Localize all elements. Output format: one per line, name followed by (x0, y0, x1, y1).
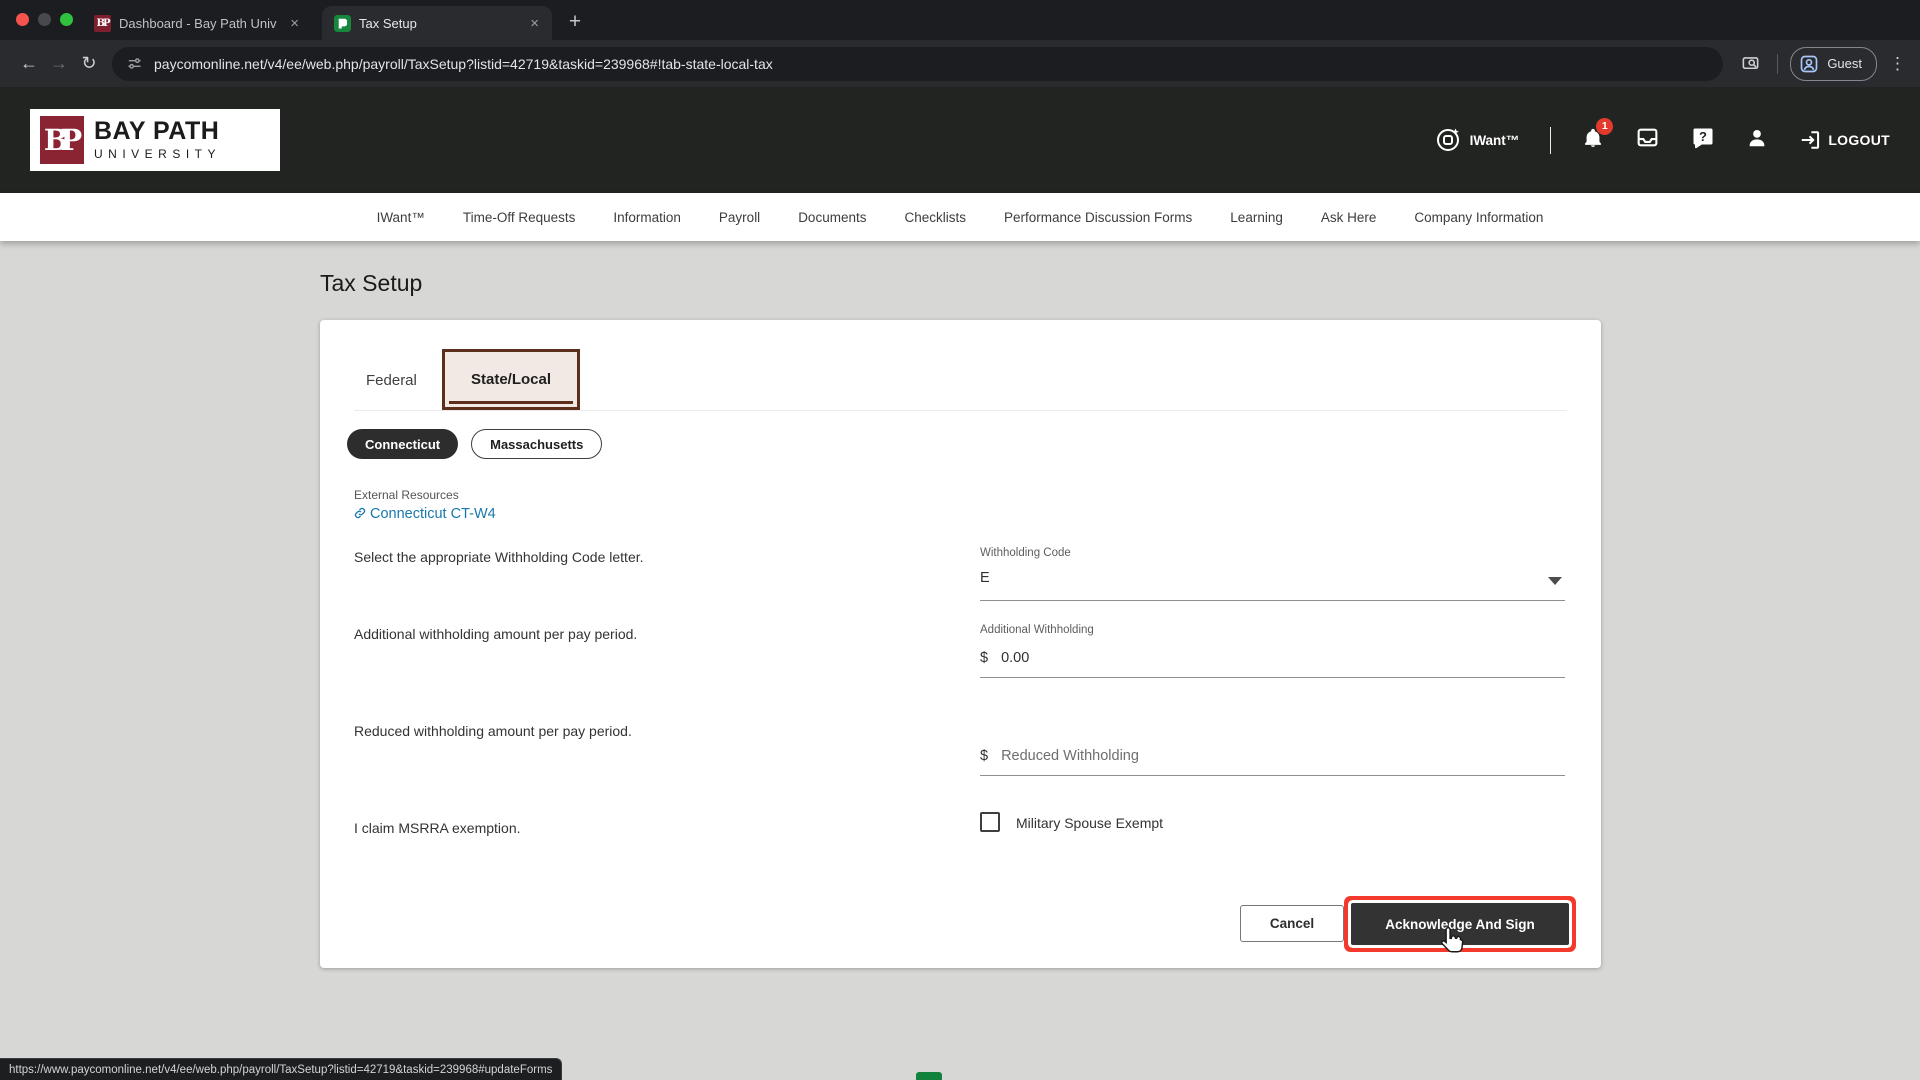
pill-massachusetts[interactable]: Massachusetts (471, 429, 602, 459)
withholding-code-select[interactable]: E (980, 570, 990, 586)
browser-tab-tax-setup[interactable]: Tax Setup × (322, 6, 552, 40)
browser-tab-strip: BP Dashboard - Bay Path Univers × Tax Se… (0, 0, 1920, 40)
minimize-window-button[interactable] (38, 13, 51, 26)
iwant-button[interactable]: IWant™ (1435, 127, 1520, 153)
military-spouse-exempt-checkbox[interactable] (980, 812, 1000, 832)
address-bar[interactable]: paycomonline.net/v4/ee/web.php/payroll/T… (112, 47, 1723, 81)
header-divider (1550, 127, 1551, 154)
inbox-button[interactable] (1635, 125, 1660, 155)
help-icon: ? (1691, 126, 1715, 150)
iwant-icon (1435, 127, 1461, 153)
baypath-favicon: BP (94, 15, 111, 32)
tab-search-icon[interactable] (1735, 49, 1765, 79)
placeholder-text: Reduced Withholding (1001, 748, 1139, 764)
site-info-icon[interactable] (126, 55, 143, 72)
baypath-monogram: BP (40, 116, 84, 164)
tab-title: Tax Setup (359, 16, 517, 31)
paycom-logo-peek (916, 1072, 942, 1080)
toolbar-divider (1777, 54, 1778, 74)
status-bar-url: https://www.paycomonline.net/v4/ee/web.p… (0, 1058, 562, 1080)
nav-item-learning[interactable]: Learning (1230, 210, 1283, 225)
logo-line2: UNIVERSITY (94, 147, 221, 161)
back-icon[interactable]: ← (14, 49, 44, 79)
tax-setup-card: Federal State/Local Connecticut Massachu… (320, 320, 1601, 968)
tab-federal[interactable]: Federal (366, 372, 417, 389)
question-msrra: I claim MSRRA exemption. (354, 820, 954, 836)
site-navigation: IWant™ Time-Off Requests Information Pay… (0, 193, 1920, 241)
browser-profile-button[interactable]: Guest (1790, 47, 1877, 81)
app-header: BP BAY PATH UNIVERSITY IWant™ 1 ? (0, 87, 1920, 193)
external-resources-label: External Resources (354, 488, 459, 502)
profile-button[interactable] (1746, 127, 1768, 154)
logo-line1: BAY PATH (94, 119, 221, 144)
help-button[interactable]: ? (1691, 126, 1715, 155)
additional-withholding-input[interactable]: $ 0.00 (980, 650, 1029, 666)
close-window-button[interactable] (16, 13, 29, 26)
nav-item-performance[interactable]: Performance Discussion Forms (1004, 210, 1192, 225)
forward-icon: → (44, 49, 74, 79)
reload-icon[interactable]: ↻ (74, 49, 104, 79)
tab-title: Dashboard - Bay Path Univers (119, 16, 277, 31)
browser-menu-icon[interactable]: ⋮ (1889, 54, 1906, 74)
close-tab-icon[interactable]: × (525, 14, 544, 33)
currency-prefix: $ (980, 748, 988, 764)
tab-state-local[interactable]: State/Local (442, 349, 580, 410)
new-tab-button[interactable]: + (560, 7, 590, 37)
notifications-button[interactable]: 1 (1582, 126, 1604, 155)
field-underline (980, 775, 1565, 776)
field-underline (980, 600, 1565, 601)
nav-item-checklists[interactable]: Checklists (904, 210, 966, 225)
cancel-button[interactable]: Cancel (1240, 905, 1344, 942)
paycom-favicon (334, 15, 351, 32)
nav-item-timeoff[interactable]: Time-Off Requests (463, 210, 576, 225)
nav-item-askhere[interactable]: Ask Here (1321, 210, 1377, 225)
url-text: paycomonline.net/v4/ee/web.php/payroll/T… (154, 56, 773, 72)
chevron-down-icon[interactable] (1548, 577, 1562, 585)
pill-connecticut[interactable]: Connecticut (347, 429, 458, 459)
field-label-withholding-code: Withholding Code (980, 547, 1071, 559)
logout-button[interactable]: LOGOUT (1799, 129, 1890, 151)
nav-item-company[interactable]: Company Information (1414, 210, 1543, 225)
profile-label: Guest (1827, 56, 1862, 71)
link-icon (354, 507, 366, 519)
nav-item-iwant[interactable]: IWant™ (377, 210, 425, 225)
ct-w4-link[interactable]: Connecticut CT-W4 (354, 506, 496, 522)
tabs-divider (354, 410, 1567, 411)
question-reduced-withholding: Reduced withholding amount per pay perio… (354, 723, 954, 739)
notification-badge: 1 (1596, 118, 1613, 135)
guest-avatar-icon (1799, 54, 1819, 74)
mouse-cursor (1438, 926, 1464, 959)
question-withholding-code: Select the appropriate Withholding Code … (354, 549, 954, 565)
reduced-withholding-input[interactable]: $ Reduced Withholding (980, 748, 1139, 764)
field-underline (980, 677, 1565, 678)
currency-prefix: $ (980, 650, 988, 666)
checkbox-label: Military Spouse Exempt (1016, 815, 1163, 831)
inbox-icon (1635, 125, 1660, 150)
nav-item-information[interactable]: Information (613, 210, 681, 225)
question-additional-withholding: Additional withholding amount per pay pe… (354, 626, 954, 642)
svg-text:?: ? (1699, 129, 1707, 144)
nav-item-documents[interactable]: Documents (798, 210, 866, 225)
browser-toolbar: ← → ↻ paycomonline.net/v4/ee/web.php/pay… (0, 40, 1920, 87)
iwant-label: IWant™ (1470, 133, 1520, 148)
zoom-window-button[interactable] (60, 13, 73, 26)
page-title: Tax Setup (320, 270, 422, 297)
nav-item-payroll[interactable]: Payroll (719, 210, 760, 225)
browser-window: BP Dashboard - Bay Path Univers × Tax Se… (0, 0, 1920, 1080)
window-controls (16, 13, 73, 26)
state-pills: Connecticut Massachusetts (347, 429, 602, 459)
close-tab-icon[interactable]: × (285, 14, 304, 33)
active-tab-indicator (449, 401, 573, 404)
baypath-logo[interactable]: BP BAY PATH UNIVERSITY (30, 109, 280, 171)
browser-tab-dashboard[interactable]: BP Dashboard - Bay Path Univers × (82, 6, 312, 40)
logout-icon (1799, 129, 1821, 151)
logout-label: LOGOUT (1828, 132, 1890, 148)
field-label-additional-withholding: Additional Withholding (980, 624, 1094, 636)
person-icon (1746, 127, 1768, 149)
